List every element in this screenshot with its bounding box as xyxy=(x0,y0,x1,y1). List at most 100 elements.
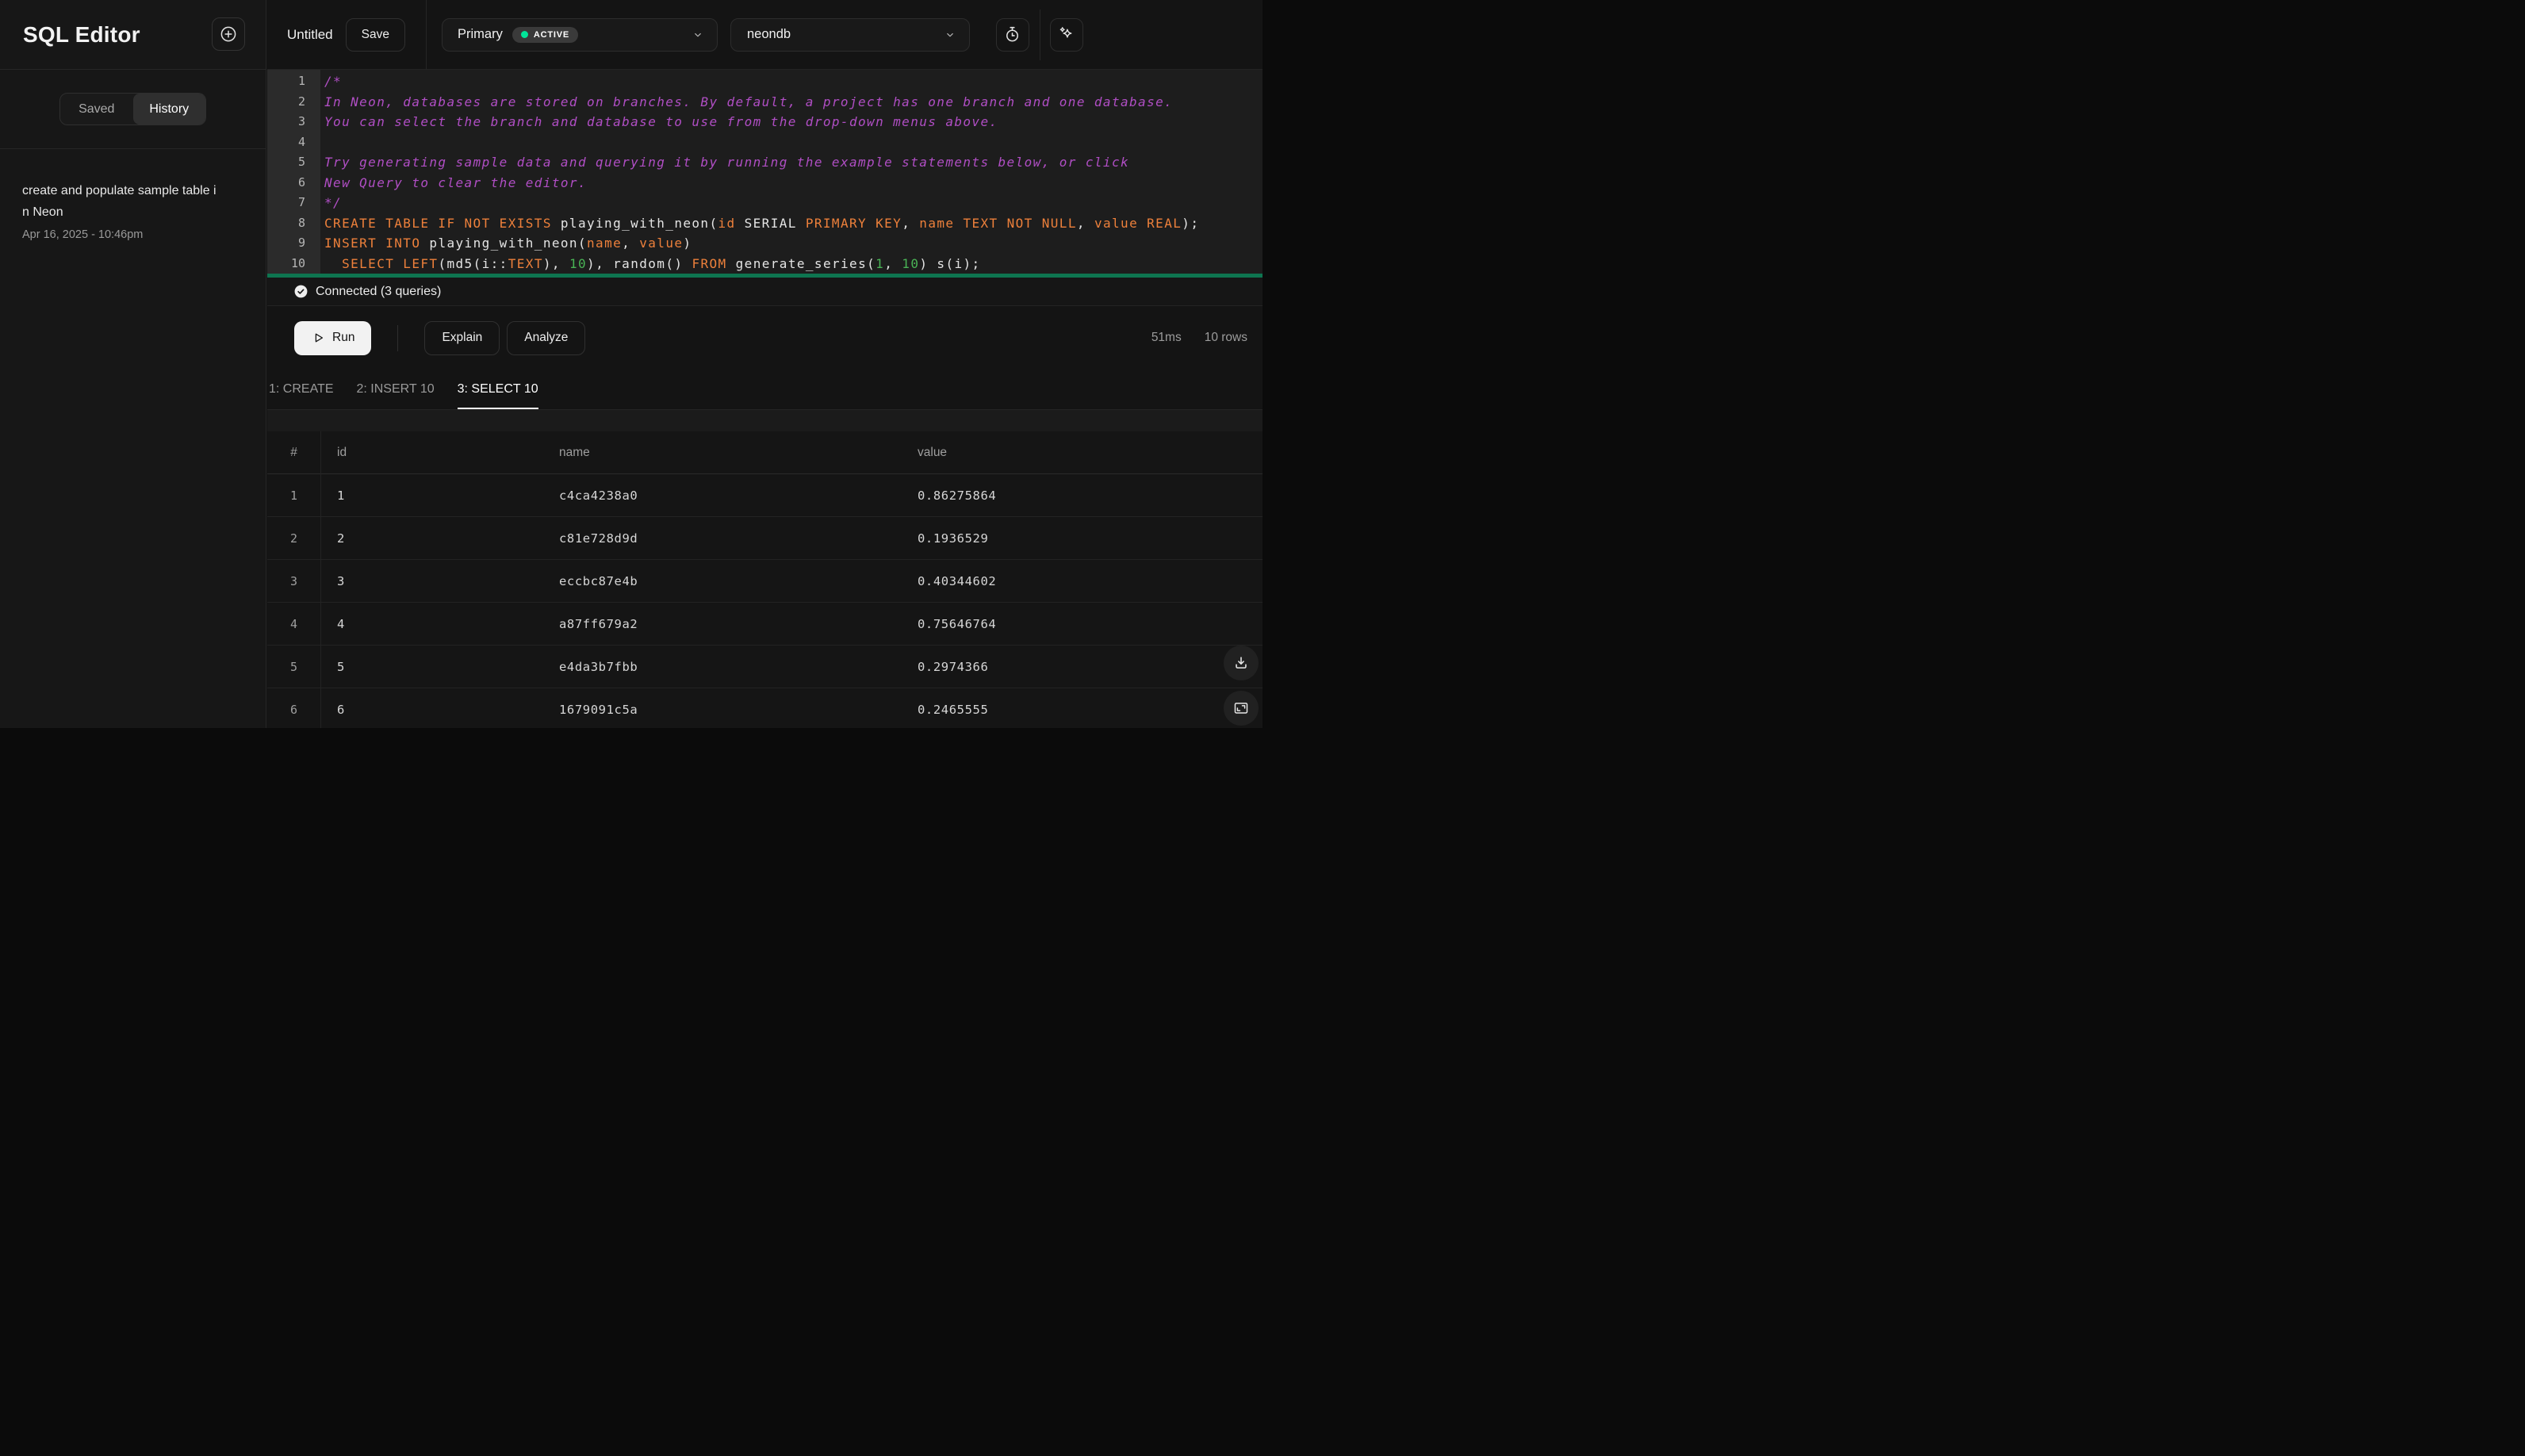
code-token: , xyxy=(902,215,920,231)
editor-line: INSERT INTO playing_with_neon(name, valu… xyxy=(324,233,1262,254)
table-cell: 1679091c5a xyxy=(559,702,638,717)
table-cell: c4ca4238a0 xyxy=(559,488,638,503)
table-cell: 6 xyxy=(337,702,345,717)
code-token: (md5(i:: xyxy=(438,255,508,271)
branch-status-label: ACTIVE xyxy=(533,29,569,40)
result-tab-2[interactable]: 2: INSERT 10 xyxy=(357,370,435,409)
line-number: 8 xyxy=(297,215,305,230)
check-circle-icon xyxy=(293,284,308,299)
column-header-value: value xyxy=(918,445,948,459)
history-item-title: create and populate sample table in Neon xyxy=(22,184,216,219)
table-row[interactable]: 1 1 c4ca4238a0 0.86275864 xyxy=(267,474,1262,517)
line-number: 4 xyxy=(297,134,305,149)
row-number-cell: 1 xyxy=(289,488,298,503)
table-row[interactable]: 3 3 eccbc87e4b 0.40344602 xyxy=(267,560,1262,603)
row-number-cell: 4 xyxy=(289,616,298,631)
sql-code-editor[interactable]: 1 2 3 4 5 6 7 8 9 10 /* In Neon, databases are sto… xyxy=(267,70,1262,274)
page-title: SQL Editor xyxy=(23,21,140,47)
history-item[interactable]: create and populate sample table in Neon… xyxy=(22,180,266,241)
table-row[interactable]: 4 4 a87ff679a2 0.75646764 xyxy=(267,603,1262,646)
table-row[interactable]: 5 5 e4da3b7fbb 0.2974366 xyxy=(267,646,1262,688)
branch-name: Primary xyxy=(457,27,503,41)
code-token: TEXT xyxy=(508,255,543,271)
code-token: New Query to clear the editor. xyxy=(324,174,587,190)
explain-button[interactable]: Explain xyxy=(424,320,500,355)
code-token: ), random() xyxy=(587,255,692,271)
new-query-button[interactable] xyxy=(212,17,245,51)
branch-select[interactable]: Primary ACTIVE xyxy=(441,17,718,52)
code-token: 10 xyxy=(902,255,920,271)
table-cell: 5 xyxy=(337,659,345,674)
stopwatch-icon xyxy=(1003,25,1021,44)
sidebar: SQL Editor Saved History create and popul… xyxy=(0,0,266,728)
code-token: , xyxy=(622,236,640,251)
code-token: generate_series( xyxy=(726,255,876,271)
table-cell: 3 xyxy=(337,573,345,588)
code-token: SERIAL xyxy=(735,215,806,231)
save-button[interactable]: Save xyxy=(345,17,405,52)
code-token: ) s(i); xyxy=(919,255,981,271)
code-token: value xyxy=(639,236,684,251)
query-history-button[interactable] xyxy=(995,17,1029,52)
connection-status-bar: Connected (3 queries) xyxy=(267,278,1262,306)
table-cell: a87ff679a2 xyxy=(559,616,638,631)
play-icon xyxy=(311,331,325,345)
database-select[interactable]: neondb xyxy=(730,17,970,52)
query-title: Untitled xyxy=(287,26,333,42)
expand-results-button[interactable] xyxy=(1224,691,1259,726)
table-cell: 0.2465555 xyxy=(918,702,989,717)
analyze-button[interactable]: Analyze xyxy=(507,320,586,355)
editor-line: New Query to clear the editor. xyxy=(324,173,1262,193)
topbar-divider xyxy=(425,0,427,70)
table-row[interactable]: 2 2 c81e728d9d 0.1936529 xyxy=(267,517,1262,560)
chevron-down-icon xyxy=(944,29,956,40)
line-number: 9 xyxy=(297,236,305,250)
result-tab-1[interactable]: 1: CREATE xyxy=(269,370,334,409)
editor-line: SELECT LEFT(md5(i::TEXT), 10), random() … xyxy=(324,254,1262,274)
code-token: FROM xyxy=(692,255,727,271)
code-token: playing_with_neon( xyxy=(551,215,718,231)
line-number: 10 xyxy=(290,255,305,270)
connection-status-text: Connected (3 queries) xyxy=(316,284,442,298)
line-number: 6 xyxy=(297,174,305,190)
result-tab-3[interactable]: 3: SELECT 10 xyxy=(457,370,538,409)
sidebar-tab-history[interactable]: History xyxy=(132,94,205,125)
ai-assist-button[interactable] xyxy=(1049,17,1083,52)
code-token: CREATE TABLE IF NOT EXISTS xyxy=(324,215,552,231)
table-row[interactable]: 6 6 1679091c5a 0.2465555 xyxy=(267,688,1262,728)
code-token: id xyxy=(718,215,736,231)
editor-line: CREATE TABLE IF NOT EXISTS playing_with_… xyxy=(324,213,1262,234)
active-dot-icon xyxy=(520,31,528,38)
table-cell: 0.86275864 xyxy=(918,488,997,503)
row-number-cell: 5 xyxy=(289,659,298,674)
table-cell: e4da3b7fbb xyxy=(559,659,638,674)
code-area[interactable]: /* In Neon, databases are stored on branc… xyxy=(320,70,1262,274)
table-cell: 0.40344602 xyxy=(918,573,997,588)
table-cell: 1 xyxy=(337,488,345,503)
branch-status-badge: ACTIVE xyxy=(512,26,578,43)
chevron-down-icon xyxy=(692,29,703,40)
table-cell: 0.2974366 xyxy=(918,659,989,674)
download-results-button[interactable] xyxy=(1224,646,1259,680)
sidebar-header: SQL Editor xyxy=(0,0,266,70)
code-token: , xyxy=(1076,215,1094,231)
result-tabs: 1: CREATE 2: INSERT 10 3: SELECT 10 xyxy=(267,370,1262,410)
saved-history-toggle: Saved History xyxy=(59,93,206,125)
code-token: 10 xyxy=(569,255,588,271)
code-token: PRIMARY KEY xyxy=(805,215,902,231)
column-header-id: id xyxy=(337,445,347,459)
table-body: 1 1 c4ca4238a0 0.86275864 2 2 c81e728d9d 0.1936… xyxy=(267,474,1262,728)
results-table: # id name value 1 1 c4ca4238a0 0.86275864 2 2 c81… xyxy=(267,431,1262,728)
actions-divider xyxy=(397,324,399,351)
fullscreen-icon xyxy=(1232,699,1250,717)
sparkles-icon xyxy=(1057,25,1075,44)
line-number: 3 xyxy=(297,114,305,128)
table-cell: 4 xyxy=(337,616,345,631)
editor-line: In Neon, databases are stored on branche… xyxy=(324,92,1262,113)
sidebar-tab-saved[interactable]: Saved xyxy=(60,94,133,125)
query-duration: 51ms xyxy=(1151,331,1182,344)
code-token: 1 xyxy=(876,255,885,271)
line-number-gutter: 1 2 3 4 5 6 7 8 9 10 xyxy=(267,70,320,274)
run-button[interactable]: Run xyxy=(294,320,372,355)
